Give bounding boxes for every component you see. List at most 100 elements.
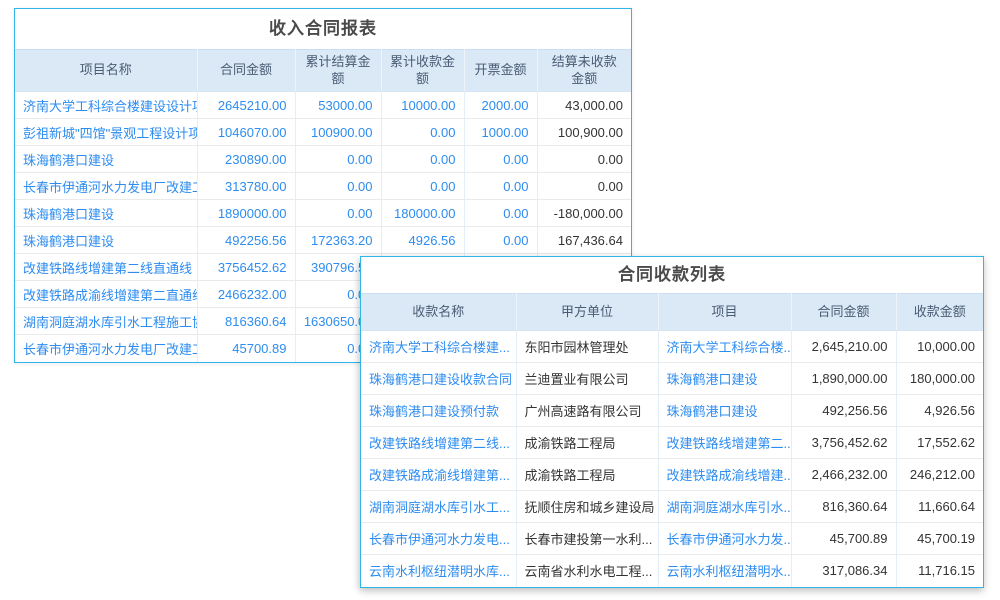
- cell-value: 成渝铁路工程局: [516, 427, 658, 459]
- cell-value: 4,926.56: [896, 395, 983, 427]
- cell-link[interactable]: 0.00: [464, 227, 537, 254]
- cell-link[interactable]: 珠海鹤港口建设: [15, 200, 197, 227]
- cell-link[interactable]: 0.00: [381, 173, 464, 200]
- cell-value: 45,700.19: [896, 523, 983, 555]
- cell-link[interactable]: 济南大学工科综合楼建设设计项目: [15, 92, 197, 119]
- cell-link[interactable]: 0.00: [381, 146, 464, 173]
- cell-link[interactable]: 改建铁路线增建第二线...: [361, 427, 516, 459]
- cell-value: 246,212.00: [896, 459, 983, 491]
- cell-value: 167,436.64: [537, 227, 631, 254]
- cell-link[interactable]: 10000.00: [381, 92, 464, 119]
- cell-value: 2,466,232.00: [791, 459, 896, 491]
- cell-value: 45,700.89: [791, 523, 896, 555]
- cell-link[interactable]: 改建铁路线增建第二...: [658, 427, 791, 459]
- cell-link[interactable]: 济南大学工科综合楼建...: [361, 331, 516, 363]
- cell-value: -180,000.00: [537, 200, 631, 227]
- cell-value: 成渝铁路工程局: [516, 459, 658, 491]
- cell-value: 长春市建投第一水利...: [516, 523, 658, 555]
- cell-link[interactable]: 2466232.00: [197, 281, 295, 308]
- column-header-receipt-name: 收款名称: [361, 294, 516, 331]
- table-row: 济南大学工科综合楼建...东阳市园林管理处济南大学工科综合楼...2,645,2…: [361, 331, 983, 363]
- cell-link[interactable]: 珠海鹤港口建设预付款: [361, 395, 516, 427]
- receipt-list-title: 合同收款列表: [361, 257, 983, 293]
- cell-link[interactable]: 53000.00: [295, 92, 381, 119]
- cell-link[interactable]: 湖南洞庭湖水库引水工程施工协议: [15, 308, 197, 335]
- column-header-invoiced-amount: 开票金额: [464, 50, 537, 92]
- cell-link[interactable]: 4926.56: [381, 227, 464, 254]
- column-header-settled-unreceived: 结算未收款金额: [537, 50, 631, 92]
- cell-link[interactable]: 改建铁路成渝线增建第...: [361, 459, 516, 491]
- cell-link[interactable]: 改建铁路线增建第二线直通线: [15, 254, 197, 281]
- column-header-project-name: 项目名称: [15, 50, 197, 92]
- cell-link[interactable]: 云南水利枢纽潜明水库...: [361, 555, 516, 587]
- cell-link[interactable]: 0.00: [464, 146, 537, 173]
- cell-value: 2,645,210.00: [791, 331, 896, 363]
- cell-link[interactable]: 珠海鹤港口建设: [15, 146, 197, 173]
- cell-link[interactable]: 180000.00: [381, 200, 464, 227]
- cell-link[interactable]: 0.00: [464, 200, 537, 227]
- cell-link[interactable]: 长春市伊通河水力发电厂改建工程: [15, 335, 197, 362]
- cell-link[interactable]: 2645210.00: [197, 92, 295, 119]
- cell-link[interactable]: 230890.00: [197, 146, 295, 173]
- cell-link[interactable]: 0.00: [295, 173, 381, 200]
- cell-value: 180,000.00: [896, 363, 983, 395]
- cell-link[interactable]: 313780.00: [197, 173, 295, 200]
- cell-link[interactable]: 1000.00: [464, 119, 537, 146]
- cell-value: 492,256.56: [791, 395, 896, 427]
- cell-link[interactable]: 172363.20: [295, 227, 381, 254]
- cell-link[interactable]: 济南大学工科综合楼...: [658, 331, 791, 363]
- cell-value: 43,000.00: [537, 92, 631, 119]
- income-report-title: 收入合同报表: [15, 9, 631, 49]
- table-row: 珠海鹤港口建设1890000.000.00180000.000.00-180,0…: [15, 200, 631, 227]
- cell-link[interactable]: 2000.00: [464, 92, 537, 119]
- cell-link[interactable]: 492256.56: [197, 227, 295, 254]
- cell-value: 兰迪置业有限公司: [516, 363, 658, 395]
- table-row: 改建铁路线增建第二线...成渝铁路工程局改建铁路线增建第二...3,756,45…: [361, 427, 983, 459]
- receipt-list-header-row: 收款名称 甲方单位 项目 合同金额 收款金额: [361, 294, 983, 331]
- cell-link[interactable]: 云南水利枢纽潜明水...: [658, 555, 791, 587]
- cell-value: 抚顺住房和城乡建设局: [516, 491, 658, 523]
- cell-link[interactable]: 改建铁路成渝线增建第二直通线: [15, 281, 197, 308]
- column-header-project: 项目: [658, 294, 791, 331]
- cell-link[interactable]: 3756452.62: [197, 254, 295, 281]
- cell-link[interactable]: 湖南洞庭湖水库引水...: [658, 491, 791, 523]
- cell-link[interactable]: 1046070.00: [197, 119, 295, 146]
- cell-link[interactable]: 45700.89: [197, 335, 295, 362]
- cell-link[interactable]: 彭祖新城"四馆"景观工程设计项目: [15, 119, 197, 146]
- cell-link[interactable]: 长春市伊通河水力发电厂改建工程: [15, 173, 197, 200]
- cell-value: 云南省水利水电工程...: [516, 555, 658, 587]
- contract-receipt-list-table: 收款名称 甲方单位 项目 合同金额 收款金额 济南大学工科综合楼建...东阳市园…: [361, 293, 983, 587]
- contract-receipt-list-card: 合同收款列表 收款名称 甲方单位 项目 合同金额 收款金额 济南大学工科综合楼建…: [360, 256, 984, 588]
- cell-link[interactable]: 100900.00: [295, 119, 381, 146]
- table-row: 珠海鹤港口建设预付款广州高速路有限公司珠海鹤港口建设492,256.564,92…: [361, 395, 983, 427]
- cell-link[interactable]: 湖南洞庭湖水库引水工...: [361, 491, 516, 523]
- cell-link[interactable]: 1890000.00: [197, 200, 295, 227]
- cell-link[interactable]: 长春市伊通河水力发电...: [361, 523, 516, 555]
- cell-value: 11,660.64: [896, 491, 983, 523]
- cell-link[interactable]: 珠海鹤港口建设: [658, 395, 791, 427]
- column-header-contract-amount: 合同金额: [197, 50, 295, 92]
- table-row: 珠海鹤港口建设收款合同兰迪置业有限公司珠海鹤港口建设1,890,000.0018…: [361, 363, 983, 395]
- table-row: 珠海鹤港口建设492256.56172363.204926.560.00167,…: [15, 227, 631, 254]
- cell-value: 816,360.64: [791, 491, 896, 523]
- table-row: 改建铁路成渝线增建第...成渝铁路工程局改建铁路成渝线增建...2,466,23…: [361, 459, 983, 491]
- cell-value: 0.00: [537, 173, 631, 200]
- cell-link[interactable]: 珠海鹤港口建设: [15, 227, 197, 254]
- table-row: 珠海鹤港口建设230890.000.000.000.000.00: [15, 146, 631, 173]
- cell-link[interactable]: 长春市伊通河水力发...: [658, 523, 791, 555]
- cell-value: 广州高速路有限公司: [516, 395, 658, 427]
- cell-link[interactable]: 珠海鹤港口建设收款合同: [361, 363, 516, 395]
- table-row: 彭祖新城"四馆"景观工程设计项目1046070.00100900.000.001…: [15, 119, 631, 146]
- cell-link[interactable]: 0.00: [295, 146, 381, 173]
- column-header-settled-amount: 累计结算金额: [295, 50, 381, 92]
- table-row: 湖南洞庭湖水库引水工...抚顺住房和城乡建设局湖南洞庭湖水库引水...816,3…: [361, 491, 983, 523]
- cell-value: 3,756,452.62: [791, 427, 896, 459]
- cell-link[interactable]: 0.00: [295, 200, 381, 227]
- cell-link[interactable]: 珠海鹤港口建设: [658, 363, 791, 395]
- cell-value: 1,890,000.00: [791, 363, 896, 395]
- cell-link[interactable]: 0.00: [464, 173, 537, 200]
- table-row: 长春市伊通河水力发电厂改建工程313780.000.000.000.000.00: [15, 173, 631, 200]
- cell-link[interactable]: 改建铁路成渝线增建...: [658, 459, 791, 491]
- cell-link[interactable]: 0.00: [381, 119, 464, 146]
- cell-link[interactable]: 816360.64: [197, 308, 295, 335]
